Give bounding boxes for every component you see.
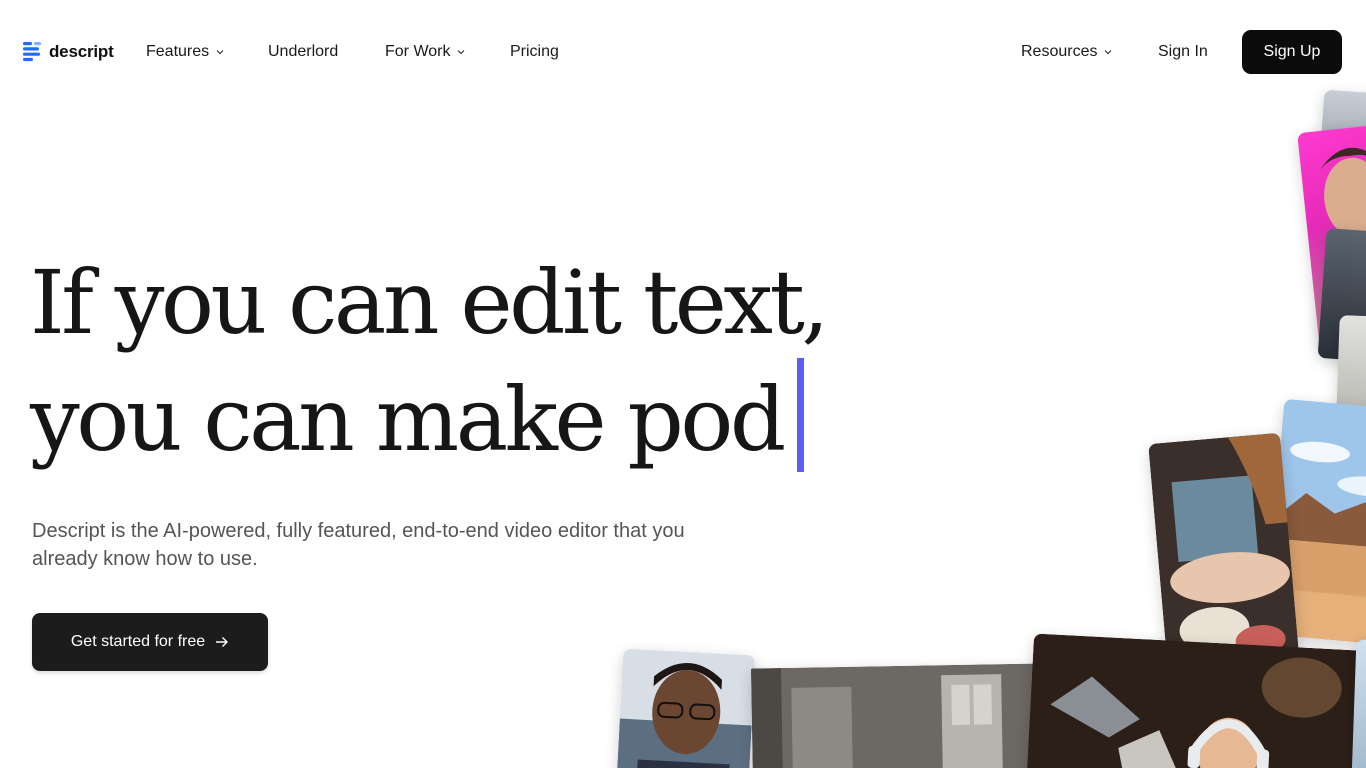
collage-item-cooking [1148, 432, 1300, 676]
nav-pricing-label: Pricing [510, 43, 559, 60]
descript-logo[interactable]: descript [23, 40, 114, 64]
logo-wordmark: descript [49, 42, 114, 61]
sign-up-button[interactable]: Sign Up [1242, 30, 1342, 74]
descript-logo-icon [23, 42, 41, 62]
nav-for-work-label: For Work [385, 43, 451, 60]
chevron-down-icon [1105, 50, 1112, 55]
sign-in-label: Sign In [1158, 43, 1208, 60]
woman-headphones-image [1026, 633, 1364, 768]
nav-pricing[interactable]: Pricing [510, 40, 559, 64]
site-header: descript Features Underlord For Work Pri… [0, 0, 1366, 104]
chevron-down-icon [216, 50, 224, 55]
man-glasses-image [616, 648, 756, 768]
nav-features-label: Features [146, 43, 210, 60]
typing-caret [796, 358, 804, 472]
living-room-image [750, 663, 1044, 768]
cooking-image [1148, 432, 1300, 676]
hero-headline: If you can edit text, you can make pod [30, 248, 910, 475]
chevron-down-icon [458, 50, 465, 55]
sign-in-link[interactable]: Sign In [1158, 40, 1208, 64]
nav-resources-label: Resources [1021, 43, 1098, 60]
nav-features[interactable]: Features [146, 40, 224, 64]
nav-for-work[interactable]: For Work [385, 40, 465, 64]
headline-line-1: If you can edit text, [30, 251, 829, 354]
nav-underlord-label: Underlord [268, 43, 339, 60]
collage-item-woman-headphones [1026, 633, 1364, 768]
collage-item-living-room [750, 663, 1044, 768]
hero-description: Descript is the AI-powered, fully featur… [32, 520, 685, 570]
collage-item-grey-tile [1336, 315, 1366, 417]
nav-resources[interactable]: Resources [1021, 40, 1112, 64]
get-started-button[interactable]: Get started for free [32, 613, 268, 671]
arrow-right-icon [216, 637, 229, 647]
nav-underlord[interactable]: Underlord [268, 40, 338, 64]
get-started-label: Get started for free [70, 633, 206, 650]
collage-item-man-glasses [616, 648, 756, 768]
headline-line-2: you can make pod [30, 368, 786, 471]
headline-line-2-wrap: you can make pod [30, 358, 910, 475]
